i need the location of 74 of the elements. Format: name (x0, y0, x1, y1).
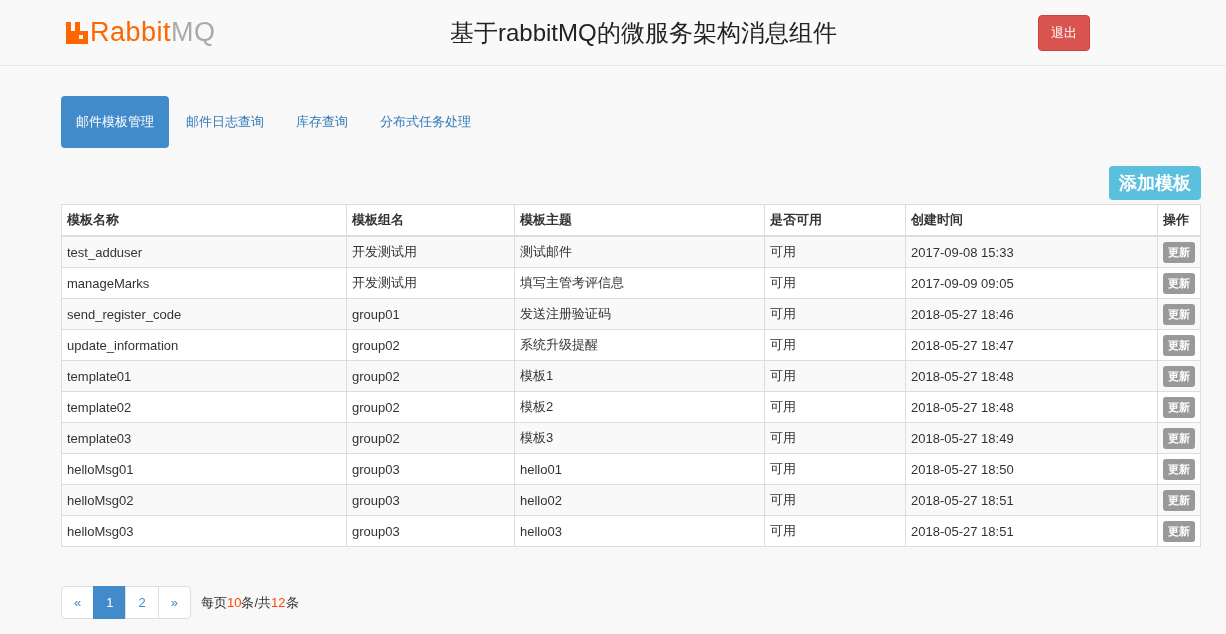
table-cell: manageMarks (61, 267, 347, 299)
table-cell: 可用 (764, 236, 906, 268)
next-page-button[interactable]: » (157, 586, 191, 619)
table-cell: 可用 (764, 484, 906, 516)
table-cell: hello01 (514, 453, 765, 485)
logo-text: RabbitMQ (90, 17, 216, 48)
nav-tab[interactable]: 邮件日志查询 (171, 96, 279, 148)
table-cell: 开发测试用 (346, 236, 515, 268)
update-button[interactable]: 更新 (1163, 272, 1195, 294)
table-cell: 发送注册验证码 (514, 298, 765, 330)
nav-tab[interactable]: 分布式任务处理 (365, 96, 486, 148)
page-button[interactable]: 1 (93, 586, 127, 619)
table-cell: 2018-05-27 18:48 (905, 391, 1158, 423)
update-button[interactable]: 更新 (1163, 241, 1195, 263)
table-cell: 2018-05-27 18:46 (905, 298, 1158, 330)
table-cell: helloMsg02 (61, 484, 347, 516)
table-cell: 模板1 (514, 360, 765, 392)
nav-tab[interactable]: 邮件模板管理 (61, 96, 169, 148)
table-cell: 可用 (764, 298, 906, 330)
table-cell: 2018-05-27 18:48 (905, 360, 1158, 392)
table-cell: 可用 (764, 360, 906, 392)
table-cell: hello02 (514, 484, 765, 516)
logout-button[interactable]: 退出 (1038, 14, 1090, 51)
table-cell: 可用 (764, 391, 906, 423)
table-cell: send_register_code (61, 298, 347, 330)
table-cell: 可用 (764, 267, 906, 299)
update-button[interactable]: 更新 (1163, 396, 1195, 418)
table-cell: 模板2 (514, 391, 765, 423)
table-cell: group03 (346, 515, 515, 547)
table-cell: 系统升级提醒 (514, 329, 765, 361)
table-cell: group02 (346, 391, 515, 423)
table-cell: 2017-09-09 09:05 (905, 267, 1158, 299)
table-cell: hello03 (514, 515, 765, 547)
table-cell: 2017-09-08 15:33 (905, 236, 1158, 268)
prev-page-button[interactable]: « (61, 586, 95, 619)
table-cell: 可用 (764, 422, 906, 454)
table-cell: test_adduser (61, 236, 347, 268)
table-cell: 模板3 (514, 422, 765, 454)
table-cell: 可用 (764, 329, 906, 361)
table-cell: group03 (346, 484, 515, 516)
table-cell: 2018-05-27 18:51 (905, 484, 1158, 516)
table-cell: template03 (61, 422, 347, 454)
page-title: 基于rabbitMQ的微服务架构消息组件 (449, 17, 838, 48)
table-cell: 2018-05-27 18:51 (905, 515, 1158, 547)
table-cell: group02 (346, 422, 515, 454)
table-cell: template02 (61, 391, 347, 423)
update-button[interactable]: 更新 (1163, 303, 1195, 325)
table-cell: 2018-05-27 18:47 (905, 329, 1158, 361)
table-cell: 可用 (764, 515, 906, 547)
table-cell: 2018-05-27 18:50 (905, 453, 1158, 485)
table-cell: group03 (346, 453, 515, 485)
logo-icon (66, 21, 88, 44)
update-button[interactable]: 更新 (1163, 334, 1195, 356)
table-cell: 填写主管考评信息 (514, 267, 765, 299)
table-cell: 开发测试用 (346, 267, 515, 299)
add-template-button[interactable]: 添加模板 (1109, 166, 1201, 200)
table-cell: group02 (346, 329, 515, 361)
table-cell: group02 (346, 360, 515, 392)
update-button[interactable]: 更新 (1163, 489, 1195, 511)
update-button[interactable]: 更新 (1163, 458, 1195, 480)
page-summary: 每页10条/共12条 (200, 593, 299, 612)
table-cell: 测试邮件 (514, 236, 765, 268)
nav-tab[interactable]: 库存查询 (281, 96, 363, 148)
table-cell: 可用 (764, 453, 906, 485)
table-cell: group01 (346, 298, 515, 330)
table-cell: helloMsg01 (61, 453, 347, 485)
update-button[interactable]: 更新 (1163, 365, 1195, 387)
update-button[interactable]: 更新 (1163, 427, 1195, 449)
table-cell: template01 (61, 360, 347, 392)
update-button[interactable]: 更新 (1163, 520, 1195, 542)
page-button[interactable]: 2 (125, 586, 159, 619)
table-cell: 2018-05-27 18:49 (905, 422, 1158, 454)
table-cell: update_information (61, 329, 347, 361)
table-cell: helloMsg03 (61, 515, 347, 547)
